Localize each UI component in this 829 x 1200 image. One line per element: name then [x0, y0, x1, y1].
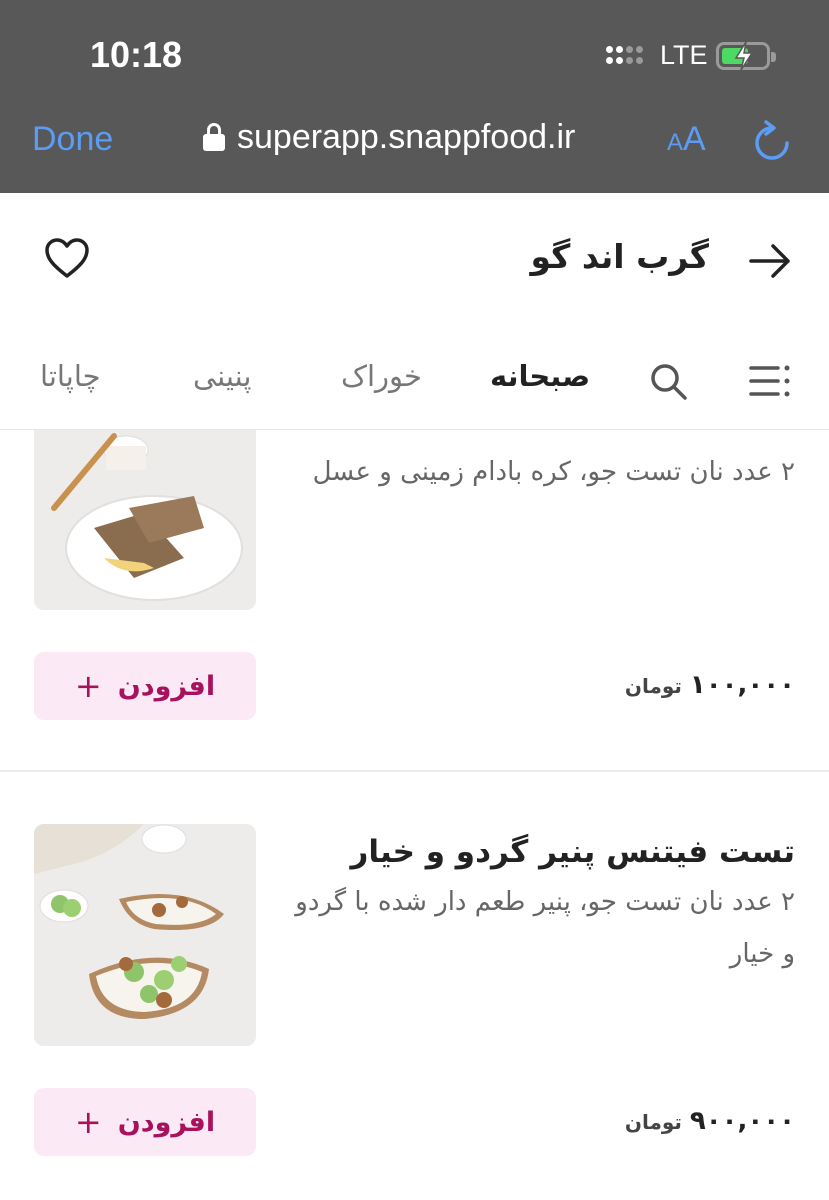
add-to-cart-button[interactable]: افزودن +: [34, 1088, 256, 1156]
product-image[interactable]: [34, 430, 256, 610]
address-bar[interactable]: superapp.snappfood.ir: [203, 118, 575, 157]
text-size-button[interactable]: AA: [667, 120, 706, 159]
network-type: LTE: [660, 40, 708, 70]
browser-chrome: 10:18 LTE Done superapp.snappfood.ir AA: [0, 0, 829, 193]
product-price: ۹۰۰,۰۰۰ تومان: [624, 1106, 795, 1136]
done-button[interactable]: Done: [32, 120, 113, 159]
product-price: ۱۰۰,۰۰۰ تومان: [624, 670, 795, 700]
product-description: ۲ عدد نان تست جو، کره بادام زمینی و عسل: [312, 457, 795, 487]
search-icon[interactable]: [648, 361, 688, 405]
status-time: 10:18: [90, 34, 183, 75]
tab-chapata[interactable]: چاپاتا: [40, 359, 101, 393]
plus-icon: +: [74, 667, 102, 705]
app-header: گرب اند گو: [0, 193, 829, 333]
plus-icon: +: [74, 1103, 102, 1141]
category-tabs: چاپاتا پنینی خوراک صبحانه: [0, 333, 829, 430]
reload-icon[interactable]: [752, 120, 792, 168]
divider: [0, 770, 829, 772]
add-to-cart-button[interactable]: افزودن +: [34, 652, 256, 720]
menu-list-icon[interactable]: [748, 363, 792, 403]
lock-icon: [203, 122, 225, 153]
tab-khorak[interactable]: خوراک: [341, 359, 422, 393]
url-text: superapp.snappfood.ir: [237, 118, 576, 156]
back-arrow-icon[interactable]: [748, 243, 792, 283]
favorite-heart-icon[interactable]: [44, 237, 90, 283]
product-list: ۲ عدد نان تست جو، کره بادام زمینی و عسل …: [0, 430, 829, 1200]
tab-breakfast[interactable]: صبحانه: [490, 359, 590, 393]
product-name: تست فیتنس پنیر گردو و خیار: [350, 834, 795, 870]
tab-panini[interactable]: پنینی: [193, 359, 252, 393]
signal-icon: [606, 46, 643, 64]
product-image[interactable]: [34, 824, 256, 1046]
product-description: ۲ عدد نان تست جو، پنیر طعم دار شده با گر…: [295, 887, 795, 969]
battery-icon: [716, 41, 776, 71]
shop-title: گرب اند گو: [530, 237, 709, 276]
